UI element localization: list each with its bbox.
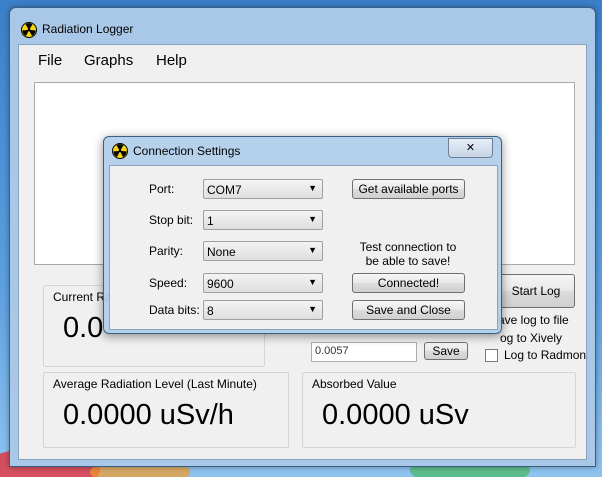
current-radiation-value: 0.0 (63, 312, 104, 344)
save-and-close-button[interactable]: Save and Close (352, 300, 465, 320)
parity-dropdown[interactable]: None ▼ (203, 241, 323, 261)
close-icon: ✕ (465, 142, 476, 154)
data-bits-dropdown[interactable]: 8 ▼ (203, 300, 323, 320)
average-radiation-value: 0.0000 uSv/h (63, 399, 234, 431)
connected-button[interactable]: Connected! (352, 273, 465, 293)
average-radiation-label: Average Radiation Level (Last Minute) (53, 377, 257, 391)
note-line-2: be able to save! (365, 254, 451, 268)
chevron-down-icon: ▼ (308, 183, 317, 193)
close-button[interactable]: ✕ (448, 138, 493, 158)
port-label: Port: (149, 182, 175, 196)
note-line-1: Test connection to (359, 240, 457, 254)
speed-dropdown[interactable]: 9600 ▼ (203, 273, 323, 293)
log-to-radmon-label: Log to Radmon (504, 348, 587, 362)
checkbox-box (485, 349, 498, 362)
absorbed-value-group: Absorbed Value 0.0000 uSv (302, 372, 576, 448)
port-value: COM7 (207, 183, 242, 197)
data-bits-value: 8 (207, 304, 214, 318)
absorbed-value: 0.0000 uSv (322, 399, 469, 431)
connection-settings-dialog: Connection Settings ✕ Port: COM7 ▼ Stop … (103, 136, 502, 334)
log-to-radmon-checkbox[interactable]: Log to Radmon (485, 348, 587, 362)
get-available-ports-label: Get available ports (358, 182, 459, 196)
port-dropdown[interactable]: COM7 ▼ (203, 179, 323, 199)
stop-bit-label: Stop bit: (149, 213, 194, 227)
stop-bit-dropdown[interactable]: 1 ▼ (203, 210, 323, 230)
absorbed-value-label: Absorbed Value (312, 377, 397, 391)
start-log-button[interactable]: Start Log (497, 274, 575, 308)
title-bar[interactable]: Radiation Logger (10, 8, 595, 42)
chevron-down-icon: ▼ (308, 304, 317, 314)
save-and-close-label: Save and Close (366, 303, 451, 317)
menu-file[interactable]: File (38, 52, 62, 69)
parity-value: None (207, 245, 236, 259)
start-log-label: Start Log (511, 284, 561, 298)
save-label: Save (432, 344, 460, 358)
test-connection-note: Test connection to be able to save! (342, 240, 474, 268)
chevron-down-icon: ▼ (308, 214, 317, 224)
dialog-title: Connection Settings (133, 144, 241, 158)
chevron-down-icon: ▼ (308, 245, 317, 255)
get-available-ports-button[interactable]: Get available ports (352, 179, 465, 199)
save-log-to-file-label: ave log to file (498, 313, 569, 327)
average-radiation-group: Average Radiation Level (Last Minute) 0.… (43, 372, 289, 448)
dialog-body: Port: COM7 ▼ Stop bit: 1 ▼ Parity: None … (109, 165, 498, 330)
parity-label: Parity: (149, 244, 184, 258)
menu-bar: File Graphs Help (19, 45, 586, 75)
log-to-xively-label: og to Xively (500, 331, 563, 345)
dose-input[interactable]: 0.0057 (311, 342, 417, 362)
menu-help[interactable]: Help (156, 52, 187, 69)
data-bits-label: Data bits: (149, 303, 200, 317)
stop-bit-value: 1 (207, 214, 214, 228)
chevron-down-icon: ▼ (308, 277, 317, 287)
window-title: Radiation Logger (42, 22, 134, 36)
connected-label: Connected! (377, 276, 440, 290)
radiation-icon (21, 22, 37, 38)
save-button[interactable]: Save (424, 342, 468, 360)
speed-value: 9600 (207, 277, 234, 291)
speed-label: Speed: (149, 276, 188, 290)
menu-graphs[interactable]: Graphs (84, 52, 133, 69)
radiation-icon (112, 143, 128, 159)
